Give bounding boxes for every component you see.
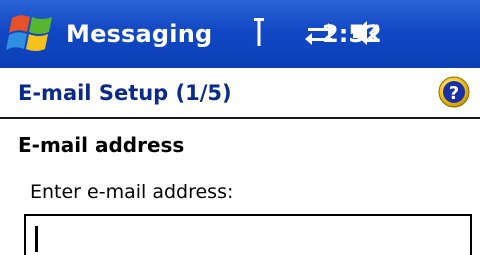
email-field-label: Enter e-mail address: [30,181,234,203]
page-title: E-mail Setup (1/5) [18,81,232,105]
help-button[interactable]: ? [438,76,470,108]
title-bar: Messaging 2:52 [0,0,480,68]
email-field[interactable] [24,214,472,255]
help-icon: ? [438,76,470,108]
svg-text:?: ? [449,83,459,104]
header-divider [0,117,480,119]
section-title: E-mail address [18,133,185,157]
start-button[interactable] [6,8,58,60]
page-header: E-mail Setup (1/5) ? [0,68,480,118]
signal-antenna-icon[interactable] [252,16,266,50]
clock[interactable]: 2:52 [322,12,382,56]
text-caret [35,226,38,252]
app-title: Messaging [66,20,213,48]
windows-flag-icon [6,15,52,51]
